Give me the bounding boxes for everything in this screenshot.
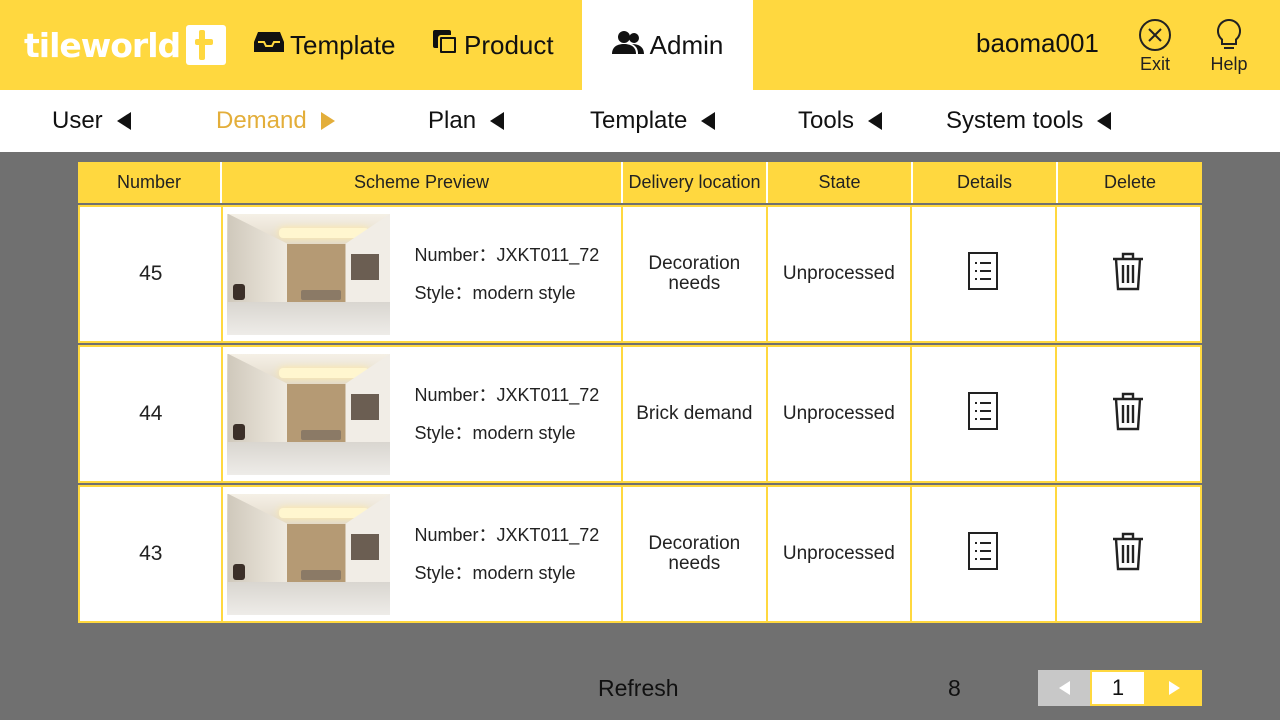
scheme-style: Style：modern style	[414, 423, 576, 443]
logo-mark-icon	[186, 25, 227, 65]
subnav-item-template[interactable]: Template	[590, 90, 716, 152]
caret-left-icon	[116, 112, 131, 130]
scheme-info: Number：JXKT011_72 Style：modern style	[414, 236, 599, 312]
delivery-location: Decoration needs	[623, 487, 768, 621]
details-button[interactable]	[912, 487, 1057, 621]
header-delete: Delete	[1103, 172, 1157, 192]
scheme-thumbnail[interactable]	[227, 493, 391, 615]
nav-template-label: Template	[290, 29, 396, 60]
username: baoma001	[976, 28, 1099, 58]
subnav-item-plan[interactable]: Plan	[428, 90, 505, 152]
scheme-preview: Number：JXKT011_72 Style：modern style	[223, 487, 624, 621]
nav-product[interactable]: Product	[432, 0, 554, 90]
subnav-label: Tools	[798, 107, 855, 134]
chevron-left-icon	[1058, 681, 1070, 695]
total-count: 8	[948, 675, 961, 701]
tileworld-logo[interactable]: tileworld	[24, 24, 227, 66]
scheme-number: Number：JXKT011_72	[414, 245, 600, 265]
state: Unprocessed	[768, 347, 913, 481]
header-scheme-preview: Scheme Preview	[222, 162, 623, 203]
chevron-right-icon	[1168, 681, 1180, 695]
delete-button[interactable]	[1057, 347, 1200, 481]
delete-button[interactable]	[1057, 207, 1200, 341]
table-header: Number Scheme Preview Delivery location …	[78, 162, 1202, 203]
subnav-label: Plan	[428, 107, 477, 134]
refresh-button[interactable]: Refresh	[598, 675, 679, 702]
header-details: Details	[913, 162, 1058, 203]
nav-admin[interactable]: Admin	[582, 0, 753, 90]
trash-icon	[1111, 391, 1145, 437]
scheme-thumbnail[interactable]	[227, 353, 391, 475]
sub-nav: User Demand Plan Template Tools System t…	[0, 90, 1280, 152]
scheme-thumbnail[interactable]	[227, 213, 391, 335]
subnav-label: System tools	[946, 107, 1084, 134]
document-list-icon	[967, 391, 999, 437]
nav-admin-label: Admin	[649, 29, 724, 60]
table-row: 44 Number：JXKT011_72 Style：modern style …	[78, 345, 1202, 483]
trash-icon	[1111, 531, 1145, 577]
users-icon	[611, 30, 644, 61]
prev-page-button[interactable]	[1038, 670, 1090, 706]
subnav-label: Demand	[216, 107, 307, 134]
logo-text: tileworld	[24, 25, 181, 65]
delivery-location: Decoration needs	[623, 207, 768, 341]
trash-icon	[1111, 251, 1145, 297]
next-page-button[interactable]	[1146, 670, 1202, 706]
scheme-number: Number：JXKT011_72	[414, 525, 600, 545]
current-page-input[interactable]: 1	[1092, 672, 1144, 704]
inbox-icon	[254, 30, 284, 61]
details-button[interactable]	[912, 207, 1057, 341]
header-delivery-location: Delivery location	[623, 162, 768, 203]
nav-product-label: Product	[464, 29, 554, 60]
header-number: Number	[78, 162, 222, 203]
scheme-info: Number：JXKT011_72 Style：modern style	[414, 516, 599, 592]
demand-table: Number Scheme Preview Delivery location …	[78, 162, 1202, 624]
state: Unprocessed	[768, 487, 913, 621]
exit-label: Exit	[1139, 54, 1170, 74]
delete-button[interactable]	[1057, 487, 1200, 621]
details-button[interactable]	[912, 347, 1057, 481]
subnav-item-user[interactable]: User	[52, 90, 131, 152]
row-number: 44	[80, 347, 224, 481]
scheme-preview: Number：JXKT011_72 Style：modern style	[223, 347, 624, 481]
subnav-label: Template	[590, 107, 688, 134]
caret-left-icon	[490, 112, 505, 130]
page-input-wrap: 1	[1090, 670, 1146, 706]
subnav-item-tools[interactable]: Tools	[798, 90, 883, 152]
exit-button[interactable]: Exit	[1130, 18, 1180, 75]
table-row: 45 Number：JXKT011_72 Style：modern style …	[78, 205, 1202, 343]
help-label: Help	[1210, 54, 1248, 74]
subnav-item-demand[interactable]: Demand	[216, 90, 335, 152]
lightbulb-icon	[1204, 18, 1254, 52]
caret-left-icon	[701, 112, 716, 130]
table-row: 43 Number：JXKT011_72 Style：modern style …	[78, 485, 1202, 623]
copy-icon	[432, 29, 458, 62]
delivery-location: Brick demand	[623, 347, 768, 481]
caret-left-icon	[1097, 112, 1112, 130]
scheme-info: Number：JXKT011_72 Style：modern style	[414, 376, 599, 452]
scheme-style: Style：modern style	[414, 283, 576, 303]
document-list-icon	[967, 531, 999, 577]
row-number: 43	[80, 487, 224, 621]
state: Unprocessed	[768, 207, 913, 341]
scheme-number: Number：JXKT011_72	[414, 385, 600, 405]
row-number: 45	[80, 207, 224, 341]
document-list-icon	[967, 251, 999, 297]
subnav-label: User	[52, 107, 103, 134]
scheme-preview: Number：JXKT011_72 Style：modern style	[223, 207, 624, 341]
subnav-item-system-tools[interactable]: System tools	[946, 90, 1112, 152]
help-button[interactable]: Help	[1204, 18, 1254, 75]
close-circle-icon	[1130, 18, 1180, 52]
pagination: 1	[1038, 670, 1202, 706]
caret-right-icon	[320, 112, 335, 130]
scheme-style: Style：modern style	[414, 563, 576, 583]
nav-template[interactable]: Template	[254, 0, 396, 90]
top-bar: tileworld Template Product Admin baoma00…	[0, 0, 1280, 90]
caret-left-icon	[868, 112, 883, 130]
header-state: State	[768, 162, 913, 203]
